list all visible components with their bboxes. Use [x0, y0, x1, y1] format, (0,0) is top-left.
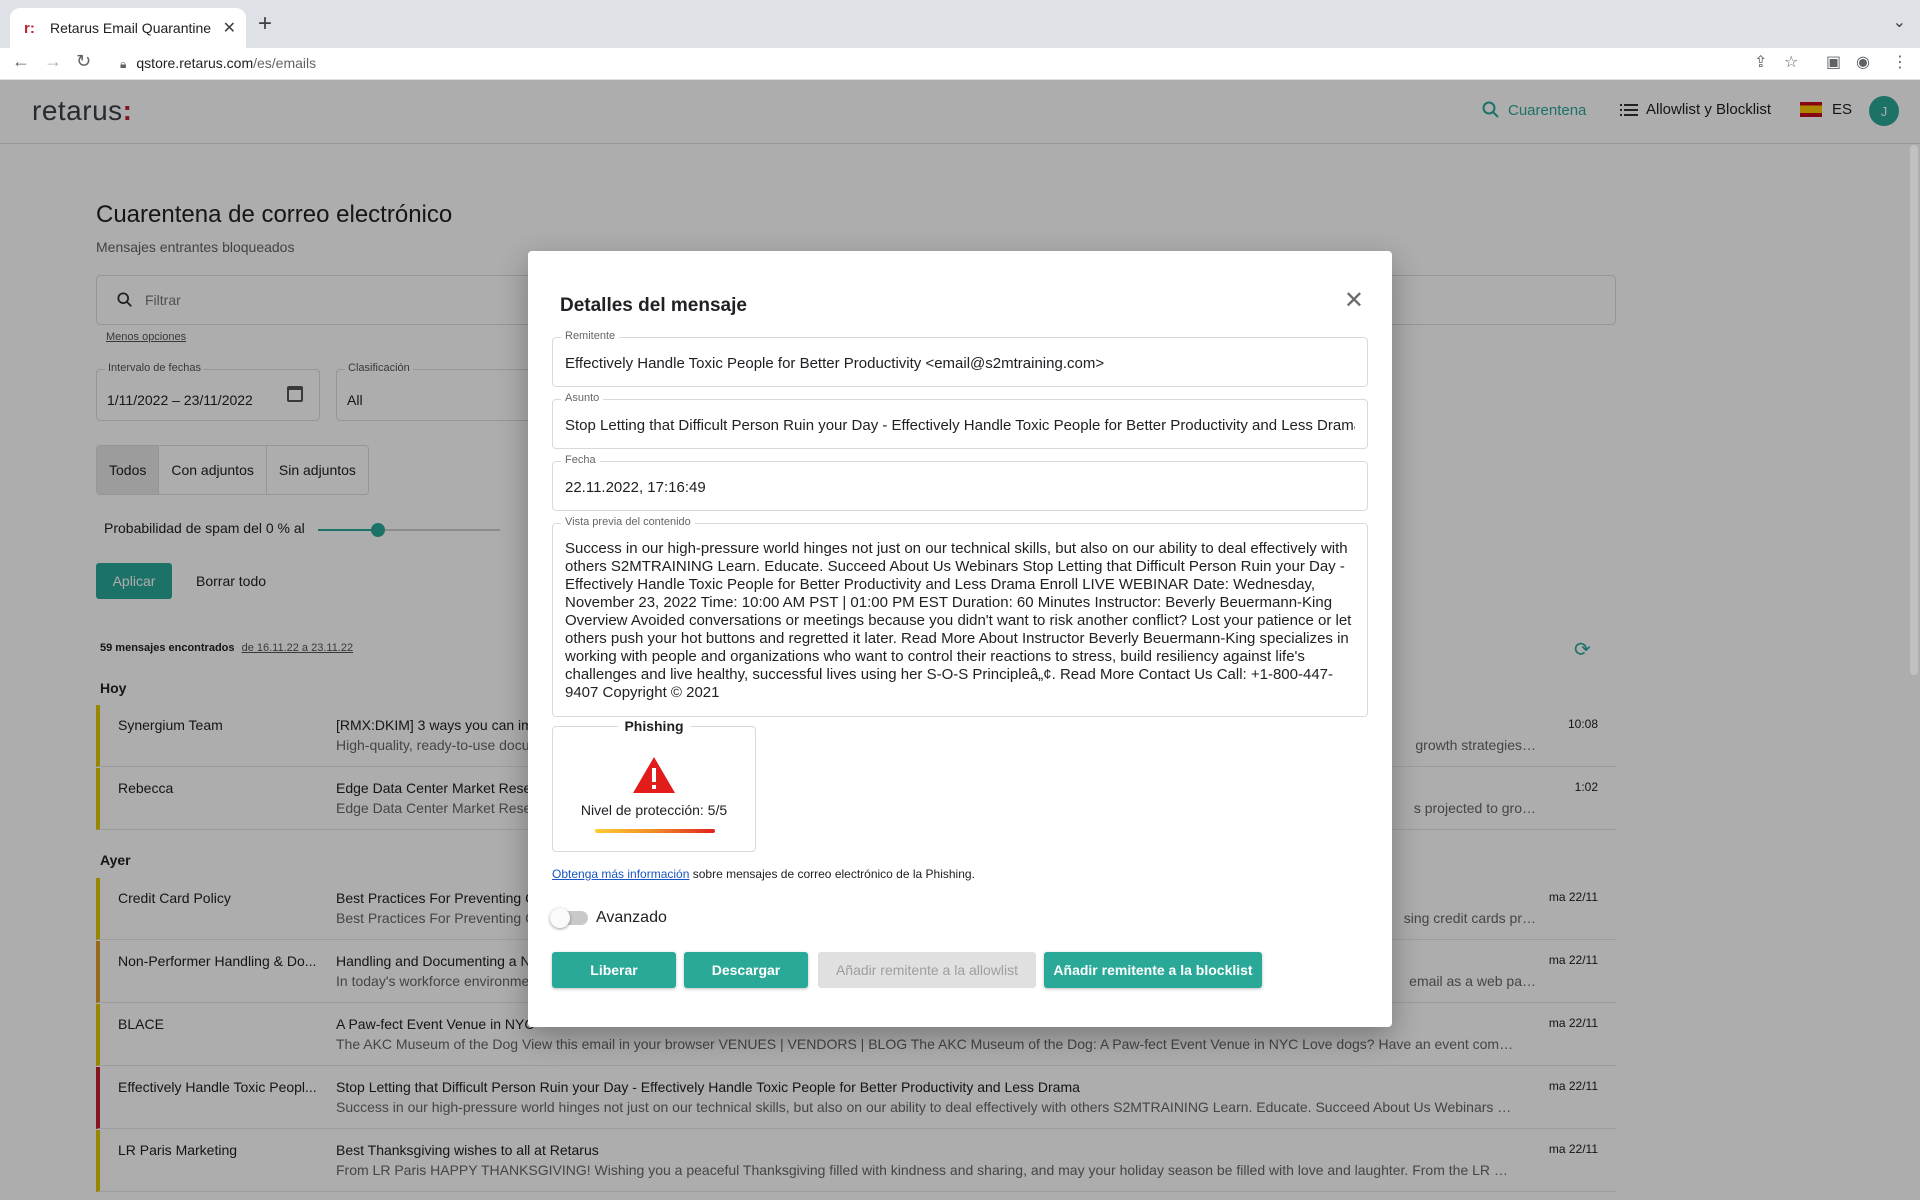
- date-field: Fecha 22.11.2022, 17:16:49: [552, 454, 1368, 511]
- sender-value: Effectively Handle Toxic People for Bett…: [565, 355, 1105, 372]
- profile-icon[interactable]: ◉: [1856, 52, 1870, 72]
- add-to-blocklist-button[interactable]: Añadir remitente a la blocklist: [1044, 952, 1262, 988]
- toggle-knob[interactable]: [550, 908, 570, 928]
- subject-label: Asunto: [561, 392, 604, 404]
- date-label: Fecha: [561, 454, 600, 466]
- back-arrow-icon[interactable]: ←: [12, 51, 30, 72]
- sender-field: Remitente Effectively Handle Toxic Peopl…: [552, 330, 1368, 387]
- url-host: qstore.retarus.com: [136, 55, 254, 71]
- bookmark-star-icon[interactable]: ☆: [1784, 52, 1798, 72]
- share-icon[interactable]: ⇪: [1754, 52, 1767, 72]
- phishing-classification-card: Phishing Nivel de protección: 5/5: [552, 718, 756, 852]
- content-preview-field[interactable]: Vista previa del contenido Success in ou…: [552, 516, 1368, 717]
- tab-title: Retarus Email Quarantine | Email: [50, 20, 213, 36]
- more-info-suffix: sobre mensajes de correo electrónico de …: [689, 867, 975, 881]
- advanced-label: Avanzado: [596, 909, 667, 926]
- retarus-favicon-icon: r:: [24, 19, 35, 37]
- add-to-allowlist-button[interactable]: Añadir remitente a la allowlist: [818, 952, 1036, 988]
- phishing-title-wrap: Phishing: [553, 718, 755, 734]
- more-info-text: Obtenga más información sobre mensajes d…: [552, 867, 975, 881]
- download-button[interactable]: Descargar: [684, 952, 808, 988]
- page-scrollbar[interactable]: [1910, 145, 1918, 675]
- more-info-link[interactable]: Obtenga más información: [552, 867, 689, 881]
- tab-close-icon[interactable]: ✕: [223, 18, 236, 38]
- lock-icon: 🔒︎: [120, 56, 127, 71]
- protection-level: Nivel de protección: 5/5: [580, 802, 728, 818]
- subject-value: Stop Letting that Difficult Person Ruin …: [565, 417, 1355, 434]
- dialog-title: Detalles del mensaje: [560, 295, 747, 316]
- phishing-title: Phishing: [618, 718, 690, 734]
- reload-icon[interactable]: ↻: [76, 51, 91, 72]
- new-tab-icon[interactable]: +: [258, 12, 272, 36]
- content-preview-text: Success in our high-pressure world hinge…: [565, 540, 1352, 701]
- protection-level-bar: [595, 829, 715, 833]
- sender-label: Remitente: [561, 330, 620, 342]
- browser-toolbar: ← → ↻ 🔒︎ qstore.retarus.com/es/emails ⇪ …: [0, 48, 1920, 80]
- advanced-toggle[interactable]: [550, 908, 588, 928]
- release-button[interactable]: Liberar: [552, 952, 676, 988]
- message-details-dialog: Detalles del mensaje ✕ Remitente Effecti…: [528, 251, 1392, 1027]
- url-path: /es/emails: [253, 55, 317, 71]
- address-bar[interactable]: 🔒︎ qstore.retarus.com/es/emails: [106, 50, 1786, 78]
- date-value: 22.11.2022, 17:16:49: [565, 479, 706, 496]
- tab-search-chevron-icon[interactable]: ⌄: [1893, 12, 1906, 32]
- forward-arrow-icon[interactable]: →: [44, 51, 62, 72]
- side-panel-icon[interactable]: ▣: [1826, 52, 1841, 72]
- browser-menu-icon[interactable]: ⋮: [1892, 52, 1908, 72]
- browser-tab[interactable]: r: Retarus Email Quarantine | Email ✕: [10, 8, 246, 48]
- content-preview-label: Vista previa del contenido: [561, 516, 695, 528]
- browser-tabstrip: r: Retarus Email Quarantine | Email ✕ + …: [0, 0, 1920, 48]
- subject-field: Asunto Stop Letting that Difficult Perso…: [552, 392, 1368, 449]
- close-icon[interactable]: ✕: [1344, 289, 1364, 313]
- warning-icon: [633, 757, 675, 793]
